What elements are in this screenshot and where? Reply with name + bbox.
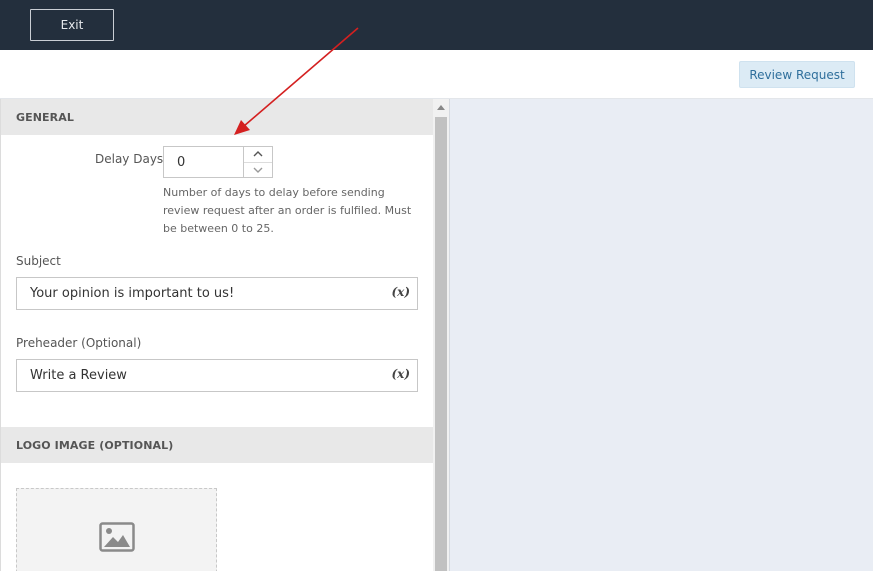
delay-days-input[interactable]: 0 bbox=[164, 147, 243, 177]
general-section-header: GENERAL bbox=[1, 99, 433, 135]
toolbar: Review Request bbox=[0, 50, 873, 99]
chevron-down-icon bbox=[253, 167, 263, 173]
chevron-up-icon bbox=[253, 151, 263, 157]
review-request-button[interactable]: Review Request bbox=[739, 61, 855, 88]
subject-label: Subject bbox=[16, 254, 61, 268]
settings-panel: GENERAL Delay Days 0 Number of days to d… bbox=[0, 99, 433, 571]
insert-variable-icon[interactable]: (x) bbox=[391, 285, 410, 299]
subject-input[interactable]: Your opinion is important to us! (x) bbox=[16, 277, 418, 310]
image-icon bbox=[99, 522, 135, 552]
preheader-label: Preheader (Optional) bbox=[16, 336, 142, 350]
scroll-thumb[interactable] bbox=[435, 117, 447, 571]
preheader-value: Write a Review bbox=[30, 368, 127, 383]
stepper-up-button[interactable] bbox=[244, 147, 272, 162]
delay-days-help-text: Number of days to delay before sending r… bbox=[163, 186, 412, 235]
panel-scrollbar[interactable] bbox=[433, 99, 449, 571]
top-bar: Exit bbox=[0, 0, 873, 50]
email-preview-area bbox=[449, 99, 873, 571]
logo-upload-dropzone[interactable] bbox=[16, 488, 217, 571]
preheader-input[interactable]: Write a Review (x) bbox=[16, 359, 418, 392]
delay-days-stepper[interactable]: 0 bbox=[163, 146, 273, 178]
scroll-up-arrow-icon bbox=[437, 104, 445, 110]
logo-section-header: LOGO IMAGE (OPTIONAL) bbox=[1, 427, 433, 463]
insert-variable-icon[interactable]: (x) bbox=[391, 367, 410, 381]
stepper-buttons bbox=[243, 147, 272, 177]
exit-button[interactable]: Exit bbox=[30, 9, 114, 41]
subject-value: Your opinion is important to us! bbox=[30, 286, 235, 301]
delay-days-label: Delay Days bbox=[95, 152, 164, 166]
scroll-up-button[interactable] bbox=[433, 99, 449, 115]
stepper-down-button[interactable] bbox=[244, 161, 272, 178]
